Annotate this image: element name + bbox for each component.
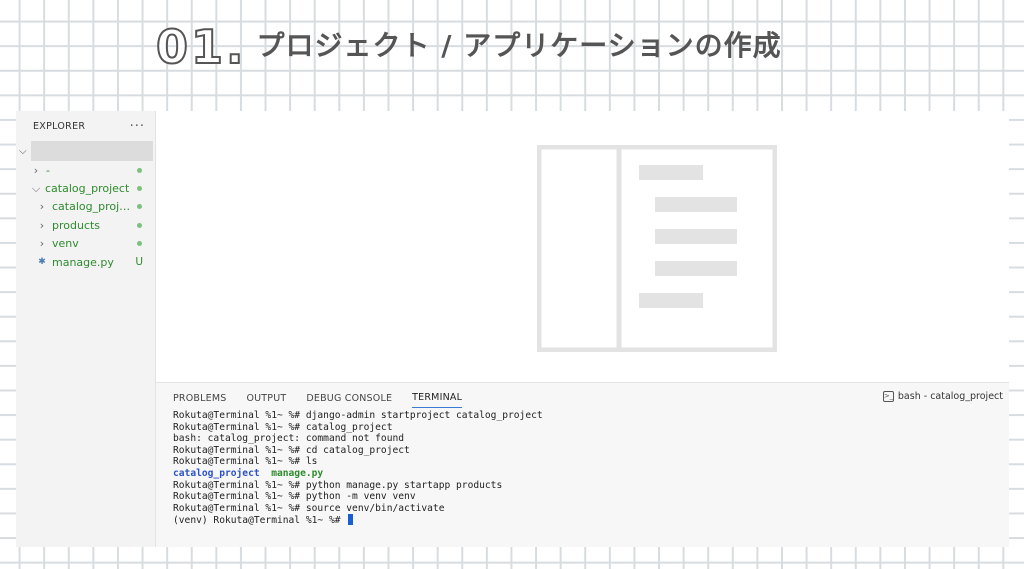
terminal-line: Rokuta@Terminal %1~ %# catalog_project xyxy=(173,421,393,433)
tab-debug-console[interactable]: DEBUG CONSOLE xyxy=(306,387,392,408)
git-status-dot xyxy=(137,222,142,228)
vscode-window: EXPLORER ··· ⌵ › - ⌵ catalog_project › c… xyxy=(16,111,1009,547)
panel-tabs: PROBLEMS OUTPUT DEBUG CONSOLE TERMINAL xyxy=(156,383,1009,411)
chevron-right-icon: › xyxy=(39,200,45,214)
explorer-header: EXPLORER ··· xyxy=(16,111,155,141)
tab-output[interactable]: OUTPUT xyxy=(246,387,286,408)
terminal-line: Rokuta@Terminal %1~ %# python -m venv ve… xyxy=(173,491,416,503)
chevron-right-icon: › xyxy=(33,163,39,177)
terminal-line: Rokuta@Terminal %1~ %# cd catalog_projec… xyxy=(173,444,410,456)
more-actions-icon[interactable]: ··· xyxy=(130,119,145,134)
terminal-line: bash: catalog_project: command not found xyxy=(173,433,405,445)
tree-item-catalog-project-inner[interactable]: › catalog_proje... xyxy=(16,198,155,216)
terminal-prompt: (venv) Rokuta@Terminal %1~ %# xyxy=(173,515,347,527)
terminal-prompt-line: (venv) Rokuta@Terminal %1~ %# xyxy=(173,514,999,527)
chevron-down-icon: ⌵ xyxy=(31,181,41,195)
ls-dir-entry: catalog_project xyxy=(173,467,260,479)
git-status-dot xyxy=(137,241,142,247)
chevron-down-icon: ⌵ xyxy=(19,145,27,157)
explorer-title: EXPLORER xyxy=(33,120,86,132)
tree-item-catalog-project[interactable]: ⌵ catalog_project xyxy=(16,179,155,197)
chevron-right-icon: › xyxy=(39,218,45,232)
terminal-line: Rokuta@Terminal %1~ %# python manage.py … xyxy=(173,479,503,491)
git-status-dot xyxy=(137,186,142,192)
bottom-panel: PROBLEMS OUTPUT DEBUG CONSOLE TERMINAL >… xyxy=(156,382,1009,547)
terminal-line: Rokuta@Terminal %1~ %# source venv/bin/a… xyxy=(173,502,445,514)
terminal-instance[interactable]: >_ bash - catalog_project xyxy=(882,391,1003,402)
tab-problems[interactable]: PROBLEMS xyxy=(173,387,226,408)
tree-item-label: catalog_proje... xyxy=(52,200,132,214)
git-untracked-badge: U xyxy=(135,256,143,269)
tab-terminal[interactable]: TERMINAL xyxy=(412,386,463,408)
workspace-root-name xyxy=(31,141,153,161)
tree-item-manage-py[interactable]: ✱ manage.py U xyxy=(16,253,155,271)
workspace-root[interactable]: ⌵ xyxy=(16,141,155,161)
git-status-dot xyxy=(137,167,142,173)
explorer-sidebar: EXPLORER ··· ⌵ › - ⌵ catalog_project › c… xyxy=(16,111,156,547)
editor-area: PROBLEMS OUTPUT DEBUG CONSOLE TERMINAL >… xyxy=(156,111,1009,547)
terminal-output[interactable]: Rokuta@Terminal %1~ %# django-admin star… xyxy=(173,410,999,527)
terminal-ls-output: catalog_project manage.py xyxy=(173,468,999,480)
python-file-icon: ✱ xyxy=(38,257,46,268)
slide-number: 01. xyxy=(155,20,247,74)
editor-placeholder-icon xyxy=(537,145,777,352)
terminal-line: Rokuta@Terminal %1~ %# ls xyxy=(173,456,318,468)
tree-item-label: products xyxy=(52,218,101,232)
chevron-right-icon: › xyxy=(39,237,45,251)
tree-item-label: - xyxy=(46,163,50,177)
terminal-line: Rokuta@Terminal %1~ %# django-admin star… xyxy=(173,410,543,421)
ls-file-entry: manage.py xyxy=(271,467,324,479)
tree-item-venv[interactable]: › venv xyxy=(16,235,155,253)
slide-heading: プロジェクト / アプリケーションの作成 xyxy=(256,29,782,62)
tree-item-dash[interactable]: › - xyxy=(16,161,155,179)
terminal-icon: >_ xyxy=(882,391,894,402)
tree-item-label: manage.py xyxy=(52,255,114,269)
tree-item-products[interactable]: › products xyxy=(16,216,155,234)
git-status-dot xyxy=(137,204,142,210)
tree-item-label: venv xyxy=(52,237,79,251)
terminal-title: bash - catalog_project xyxy=(897,391,1003,402)
tree-item-label: catalog_project xyxy=(45,182,130,196)
terminal-cursor xyxy=(348,514,354,526)
slide-title: 01. プロジェクト / アプリケーションの作成 xyxy=(155,10,782,74)
